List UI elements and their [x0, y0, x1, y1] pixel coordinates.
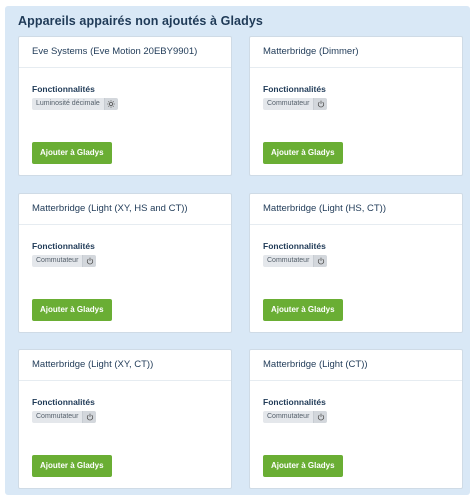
device-title: Matterbridge (Light (XY, HS and CT)) [19, 194, 231, 225]
device-title: Eve Systems (Eve Motion 20EBY9901) [19, 37, 231, 68]
device-title: Matterbridge (Light (HS, CT)) [250, 194, 462, 225]
feature-badge: Commutateur [32, 255, 97, 267]
power-icon [82, 411, 97, 423]
add-to-gladys-button[interactable]: Ajouter à Gladys [263, 299, 343, 321]
device-card: Matterbridge (Light (CT)) Fonctionnalité… [249, 349, 463, 489]
add-to-gladys-button[interactable]: Ajouter à Gladys [32, 455, 112, 477]
features-label: Fonctionnalités [32, 84, 95, 94]
feature-label: Commutateur [32, 255, 83, 267]
feature-label: Commutateur [263, 255, 314, 267]
add-to-gladys-button[interactable]: Ajouter à Gladys [32, 142, 112, 164]
feature-label: Commutateur [263, 98, 314, 110]
features-label: Fonctionnalités [263, 241, 326, 251]
power-icon [313, 98, 328, 110]
sun-icon [103, 98, 118, 110]
feature-label: Commutateur [32, 411, 83, 423]
panel-title: Appareils appairés non ajoutés à Gladys [18, 14, 263, 28]
feature-badge: Luminosité décimale [32, 98, 118, 110]
device-title: Matterbridge (Light (CT)) [250, 350, 462, 381]
add-to-gladys-button[interactable]: Ajouter à Gladys [263, 142, 343, 164]
add-to-gladys-button[interactable]: Ajouter à Gladys [263, 455, 343, 477]
feature-badge: Commutateur [263, 98, 328, 110]
features-label: Fonctionnalités [32, 397, 95, 407]
device-card: Matterbridge (Light (XY, CT)) Fonctionna… [18, 349, 232, 489]
features-label: Fonctionnalités [32, 241, 95, 251]
device-card: Eve Systems (Eve Motion 20EBY9901) Fonct… [18, 36, 232, 176]
feature-label: Luminosité décimale [32, 98, 104, 110]
device-title: Matterbridge (Light (XY, CT)) [19, 350, 231, 381]
feature-badge: Commutateur [263, 255, 328, 267]
power-icon [313, 255, 328, 267]
features-label: Fonctionnalités [263, 397, 326, 407]
add-to-gladys-button[interactable]: Ajouter à Gladys [32, 299, 112, 321]
device-card: Matterbridge (Light (XY, HS and CT)) Fon… [18, 193, 232, 333]
feature-label: Commutateur [263, 411, 314, 423]
power-icon [82, 255, 97, 267]
feature-badge: Commutateur [32, 411, 97, 423]
device-title: Matterbridge (Dimmer) [250, 37, 462, 68]
power-icon [313, 411, 328, 423]
features-label: Fonctionnalités [263, 84, 326, 94]
unadded-devices-panel: Appareils appairés non ajoutés à Gladys … [5, 6, 470, 495]
device-card: Matterbridge (Light (HS, CT)) Fonctionna… [249, 193, 463, 333]
feature-badge: Commutateur [263, 411, 328, 423]
device-card: Matterbridge (Dimmer) Fonctionnalités Co… [249, 36, 463, 176]
